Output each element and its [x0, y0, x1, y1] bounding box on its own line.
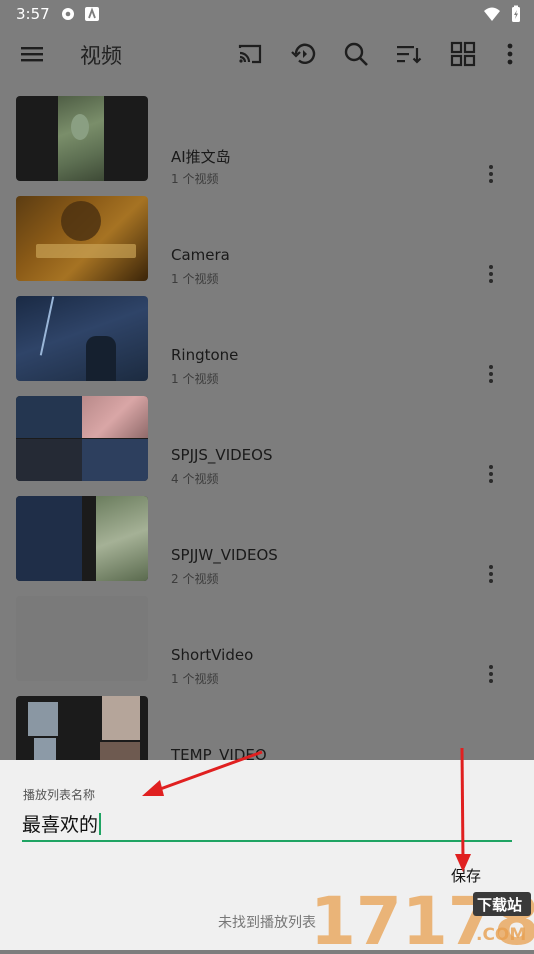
- folder-thumbnail: [16, 196, 148, 281]
- folder-row[interactable]: TEMP_VIDEO: [0, 680, 534, 760]
- settings-gear-icon: [62, 8, 74, 20]
- status-bar: 3:57: [0, 0, 534, 28]
- cast-icon[interactable]: [236, 40, 264, 68]
- app-bar: 视频: [0, 28, 534, 80]
- folder-row[interactable]: SPJJS_VIDEOS 4 个视频: [0, 380, 534, 486]
- folder-list: AI推文岛 1 个视频 Camera 1 个视频 Ringtone 1 个视频: [0, 80, 534, 760]
- folder-name: SPJJS_VIDEOS: [171, 446, 273, 464]
- more-options-icon[interactable]: [496, 40, 524, 68]
- folder-thumbnail: [16, 596, 148, 681]
- search-icon[interactable]: [342, 40, 370, 68]
- status-time: 3:57: [16, 5, 50, 23]
- folder-name: ShortVideo: [171, 646, 254, 664]
- watermark-logo: 17178 下载站 .COM: [308, 883, 534, 954]
- folder-name: SPJJW_VIDEOS: [171, 546, 278, 564]
- folder-name: Ringtone: [171, 346, 239, 364]
- folder-thumbnail: [16, 396, 148, 481]
- watermark-suffix: .COM: [476, 925, 526, 945]
- text-cursor: [99, 813, 102, 835]
- playlist-name-label: 播放列表名称: [23, 788, 96, 802]
- folder-thumbnail: [16, 296, 148, 381]
- folder-name: AI推文岛: [171, 148, 231, 166]
- playlist-name-value: 最喜欢的: [22, 814, 99, 836]
- page-title: 视频: [80, 44, 122, 68]
- playlist-name-input[interactable]: 最喜欢的: [22, 810, 512, 842]
- folder-thumbnail: [16, 96, 148, 181]
- folder-thumbnail: [16, 696, 148, 760]
- sort-icon[interactable]: [395, 40, 423, 68]
- app-notification-icon: [85, 7, 99, 21]
- save-button[interactable]: 保存: [451, 865, 481, 886]
- folder-row[interactable]: AI推文岛 1 个视频: [0, 80, 534, 186]
- folder-row[interactable]: Ringtone 1 个视频: [0, 280, 534, 386]
- watermark-badge: 下载站: [477, 896, 522, 914]
- folder-row[interactable]: SPJJW_VIDEOS 2 个视频: [0, 480, 534, 586]
- watermark-graphic: 17178 下载站 .COM: [310, 883, 534, 954]
- folder-thumbnail: [16, 496, 148, 581]
- menu-icon[interactable]: [18, 40, 46, 68]
- battery-icon: [512, 5, 520, 22]
- folder-row[interactable]: ShortVideo 1 个视频: [0, 580, 534, 686]
- empty-playlist-message: 未找到播放列表: [218, 915, 316, 931]
- wifi-icon: [484, 7, 500, 21]
- grid-view-icon[interactable]: [449, 40, 477, 68]
- folder-row[interactable]: Camera 1 个视频: [0, 180, 534, 286]
- folder-name: Camera: [171, 246, 230, 264]
- history-icon[interactable]: [290, 40, 318, 68]
- folder-name: TEMP_VIDEO: [171, 746, 267, 760]
